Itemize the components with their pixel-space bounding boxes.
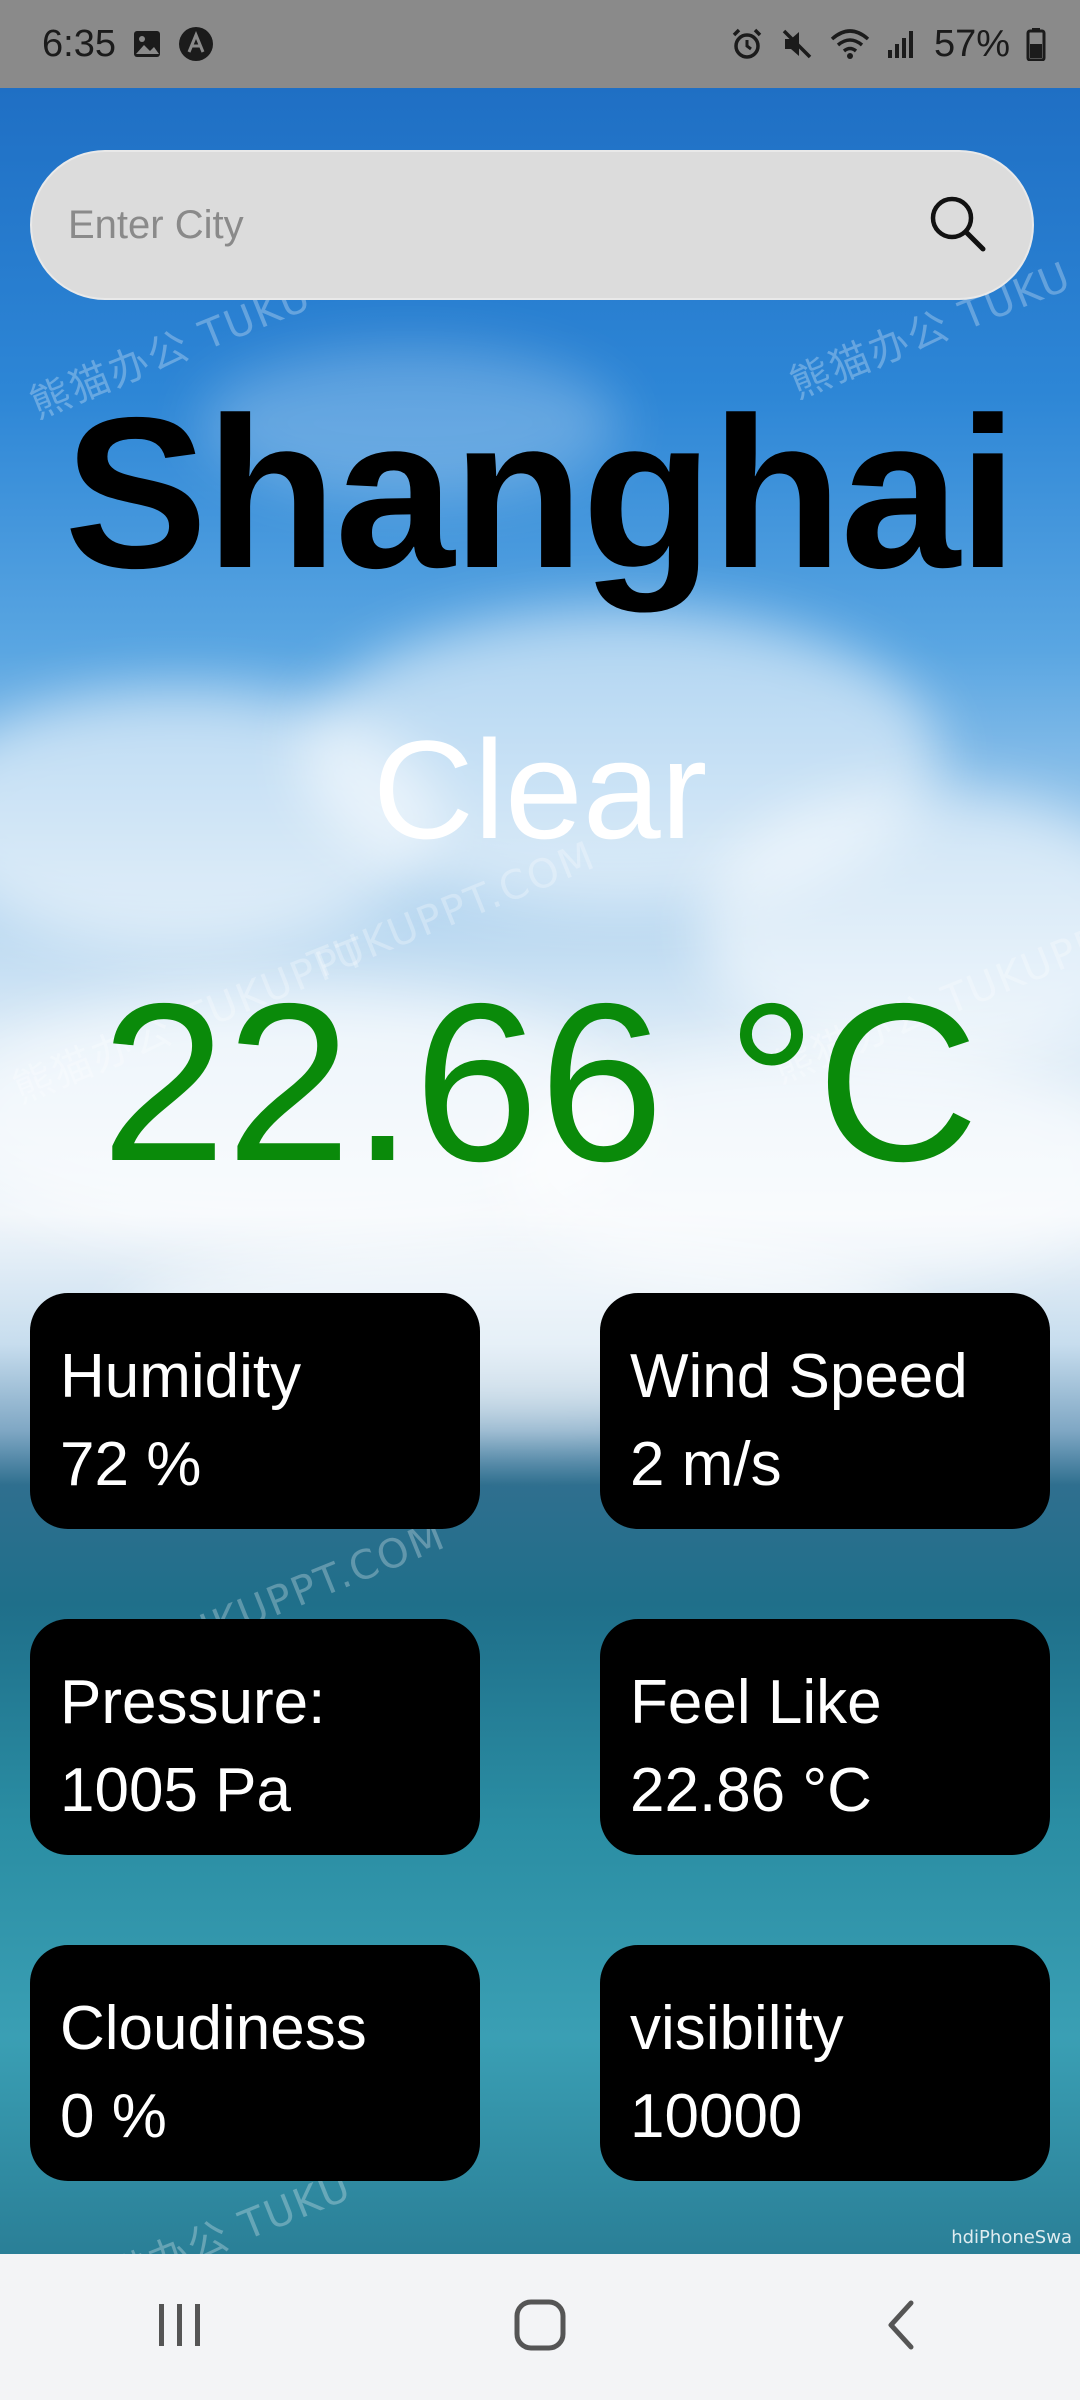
- wifi-icon: [830, 27, 870, 61]
- pressure-card: Pressure: 1005 Pa: [30, 1619, 480, 1855]
- card-value: 72 %: [60, 1430, 202, 1499]
- status-bar: 6:35 57%: [0, 0, 1080, 88]
- status-time: 6:35: [42, 22, 116, 65]
- home-icon: [514, 2299, 566, 2356]
- card-label: visibility: [630, 1994, 844, 2063]
- card-label: Feel Like: [630, 1668, 882, 1737]
- home-button[interactable]: [480, 2277, 600, 2377]
- weather-condition: Clear: [372, 711, 708, 868]
- system-nav-bar: [0, 2254, 1080, 2400]
- mute-icon: [780, 27, 814, 61]
- signal-icon: [886, 28, 918, 60]
- city-search-bar: [30, 150, 1034, 300]
- feel-like-card: Feel Like 22.86 °C: [600, 1619, 1050, 1855]
- visibility-card: visibility 10000: [600, 1945, 1050, 2181]
- search-button[interactable]: [922, 190, 992, 260]
- card-value: 1005 Pa: [60, 1756, 291, 1825]
- city-name: Shanghai: [64, 372, 1018, 613]
- card-value: 22.86 °C: [630, 1756, 872, 1825]
- search-icon: [926, 192, 988, 259]
- back-icon: [883, 2299, 917, 2356]
- card-value: 2 m/s: [630, 1430, 782, 1499]
- back-button[interactable]: [840, 2277, 960, 2377]
- city-search-input[interactable]: [66, 201, 922, 249]
- card-label: Humidity: [60, 1342, 302, 1411]
- battery-percent: 57%: [933, 22, 1010, 65]
- alarm-icon: [730, 27, 764, 61]
- image-credit: hdiPhoneSwa: [951, 2227, 1072, 2248]
- wind-speed-card: Wind Speed 2 m/s: [600, 1293, 1050, 1529]
- humidity-card: Humidity 72 %: [30, 1293, 480, 1529]
- card-label: Pressure:: [60, 1668, 326, 1737]
- card-value: 0 %: [60, 2082, 167, 2151]
- card-label: Wind Speed: [630, 1342, 968, 1411]
- recent-apps-button[interactable]: [120, 2277, 240, 2377]
- card-value: 10000: [630, 2082, 803, 2151]
- cloudiness-card: Cloudiness 0 %: [30, 1945, 480, 2181]
- temperature: 22.66 °C: [100, 956, 980, 1208]
- app-a-icon: [178, 26, 214, 62]
- battery-icon: [1026, 27, 1046, 61]
- card-label: Cloudiness: [60, 1994, 367, 2063]
- recent-apps-icon: [155, 2302, 205, 2353]
- image-icon: [132, 29, 162, 59]
